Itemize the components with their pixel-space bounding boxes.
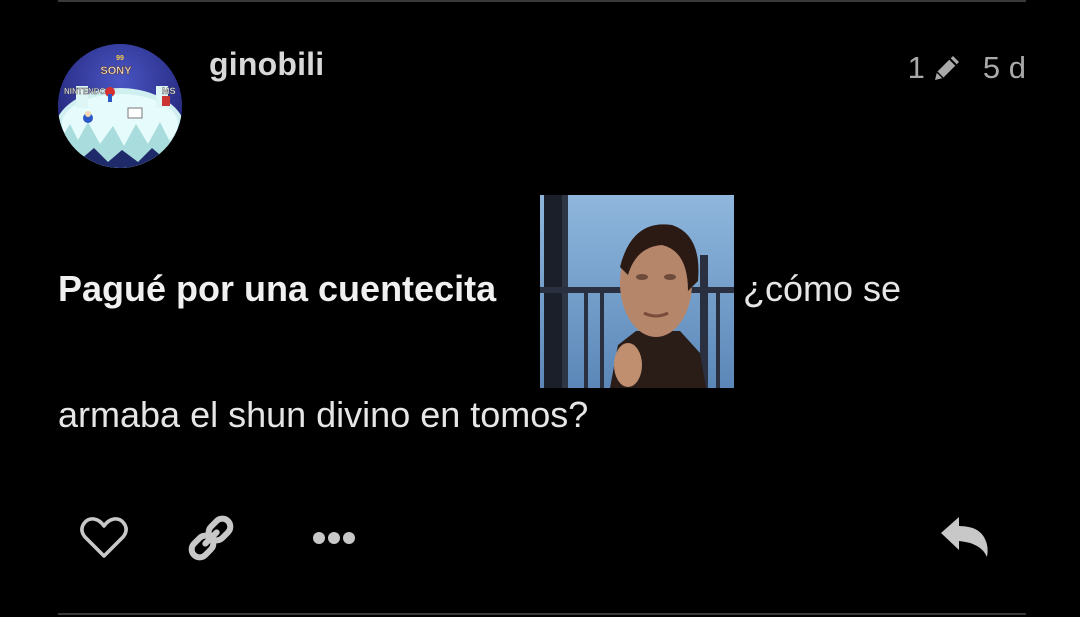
post-age[interactable]: 5 d: [983, 50, 1026, 86]
like-button[interactable]: [78, 515, 130, 561]
reply-button[interactable]: [936, 514, 992, 560]
bottom-divider: [58, 613, 1026, 615]
avatar-label-nintendo: NINTENDO: [64, 87, 106, 96]
avatar-image: 99 SONY NINTENDO MS: [58, 44, 182, 168]
reply-icon: [941, 517, 988, 557]
pencil-icon[interactable]: [929, 50, 965, 86]
more-options-icon: [313, 532, 355, 544]
heart-icon: [80, 517, 128, 558]
link-icon: [188, 515, 234, 561]
post-text-bold: Pagué por una cuentecita: [58, 268, 497, 309]
avatar-label-ms: MS: [162, 86, 176, 96]
post-meta: 1 5 d: [908, 50, 1026, 86]
share-link-button[interactable]: [184, 513, 238, 563]
more-options-button[interactable]: [308, 525, 360, 551]
post-text-line2: armaba el shun divino en tomos?: [58, 394, 589, 435]
avatar-label-sony: SONY: [100, 65, 132, 77]
post-text-after-image: ¿cómo se: [743, 268, 902, 309]
avatar[interactable]: 99 SONY NINTENDO MS: [58, 44, 182, 168]
avatar-label-99: 99: [116, 55, 124, 62]
edit-count[interactable]: 1: [908, 50, 925, 86]
top-divider: [58, 0, 1026, 2]
embedded-gif[interactable]: [540, 195, 734, 388]
username[interactable]: ginobili: [209, 46, 324, 83]
